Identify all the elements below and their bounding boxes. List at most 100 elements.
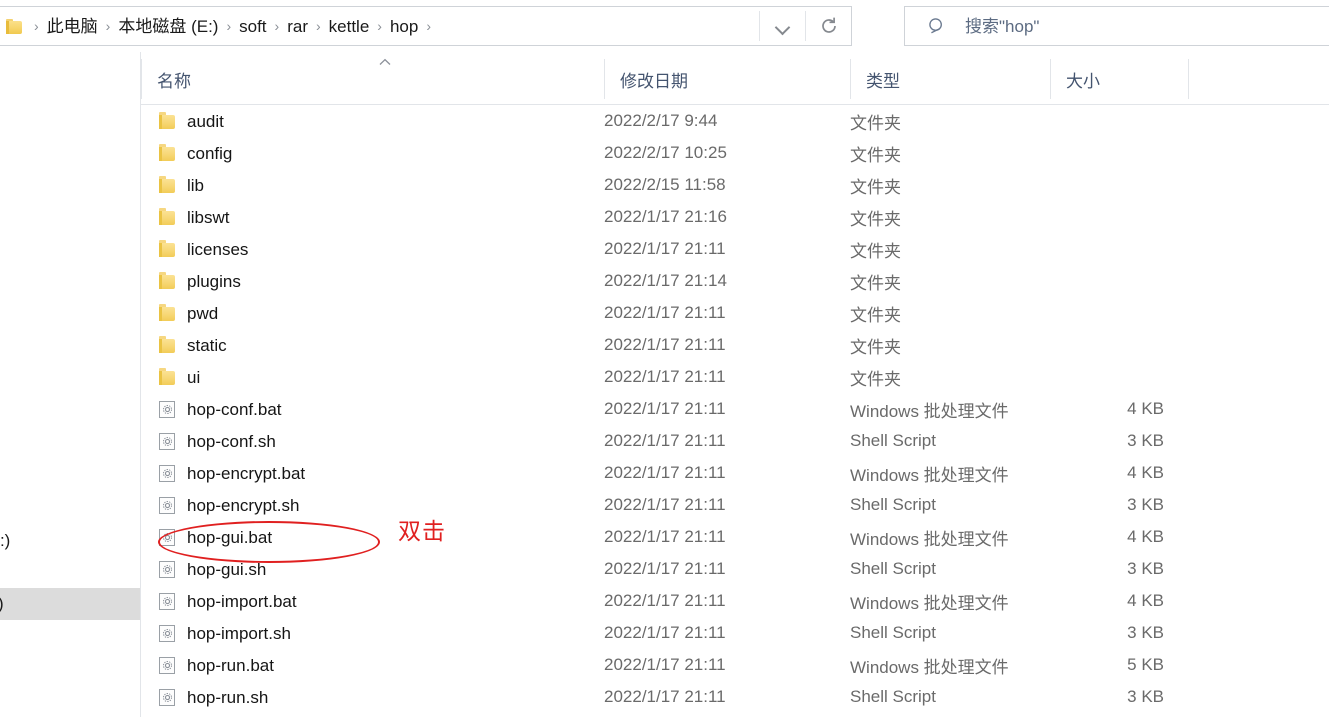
column-separator-4[interactable] <box>1188 59 1189 99</box>
file-row[interactable]: hop-gui.bat 2022/1/17 21:11 Windows 批处理文件 4… <box>141 521 1329 553</box>
folder-icon <box>157 111 177 131</box>
cell-name[interactable]: lib <box>157 169 604 201</box>
file-size: 3 KB <box>1127 687 1164 706</box>
file-type: 文件夹 <box>850 113 901 133</box>
file-date-modified: 2022/1/17 21:14 <box>604 271 727 290</box>
file-row[interactable]: hop-encrypt.bat 2022/1/17 21:11 Windows 批处… <box>141 457 1329 489</box>
cell-name[interactable]: hop-run.bat <box>157 649 604 681</box>
breadcrumb-separator: › <box>105 18 111 34</box>
cell-name[interactable]: hop-gui.sh <box>157 553 604 585</box>
file-date-modified: 2022/1/17 21:11 <box>604 303 726 322</box>
cell-name[interactable]: hop-run.sh <box>157 681 604 713</box>
file-row[interactable]: hop-import.bat 2022/1/17 21:11 Windows 批处理… <box>141 585 1329 617</box>
file-date-modified: 2022/1/17 21:16 <box>604 207 727 226</box>
breadcrumb-separator-tail[interactable]: › <box>419 19 438 33</box>
column-header-name[interactable]: 名称 <box>141 53 604 105</box>
cell-name[interactable]: ui <box>157 361 604 393</box>
file-row[interactable]: config 2022/2/17 10:25 文件夹 <box>141 137 1329 169</box>
file-date-modified: 2022/1/17 21:11 <box>604 431 726 450</box>
cell-name[interactable]: hop-import.bat <box>157 585 604 617</box>
address-dropdown-button[interactable] <box>760 7 805 45</box>
nav-item-label: E:) <box>0 594 4 614</box>
search-placeholder: 搜索"hop" <box>965 16 1040 36</box>
file-type: Shell Script <box>850 623 936 642</box>
column-header-size[interactable]: 大小 <box>1050 53 1188 105</box>
file-size: 3 KB <box>1127 559 1164 578</box>
file-row[interactable]: hop-conf.sh 2022/1/17 21:11 Shell Script 3 … <box>141 425 1329 457</box>
file-name: hop-encrypt.bat <box>187 463 306 483</box>
folder-icon <box>157 207 177 227</box>
file-row[interactable]: libswt 2022/1/17 21:16 文件夹 <box>141 201 1329 233</box>
file-size: 4 KB <box>1127 591 1164 610</box>
file-name: hop-run.bat <box>187 655 274 675</box>
file-type: Windows 批处理文件 <box>850 465 1009 485</box>
cell-name[interactable]: hop-encrypt.bat <box>157 457 604 489</box>
file-size <box>1050 297 1188 329</box>
cell-name[interactable]: static <box>157 329 604 361</box>
file-name: hop-encrypt.sh <box>187 495 300 515</box>
script-icon <box>157 431 177 451</box>
cell-name[interactable]: hop-conf.sh <box>157 425 604 457</box>
breadcrumb-separator: › <box>34 18 39 34</box>
file-date-modified: 2022/1/17 21:11 <box>604 367 726 386</box>
file-size <box>1050 201 1188 233</box>
folder-icon <box>157 303 177 323</box>
breadcrumb-item-1[interactable]: 本地磁盘 (E:) <box>117 16 219 37</box>
file-type: 文件夹 <box>850 209 901 229</box>
file-row[interactable]: plugins 2022/1/17 21:14 文件夹 <box>141 265 1329 297</box>
file-row[interactable]: ui 2022/1/17 21:11 文件夹 <box>141 361 1329 393</box>
cell-name[interactable]: hop-import.sh <box>157 617 604 649</box>
file-type: 文件夹 <box>850 145 901 165</box>
file-row[interactable]: audit 2022/2/17 9:44 文件夹 <box>141 105 1329 137</box>
file-row[interactable]: hop-conf.bat 2022/1/17 21:11 Windows 批处理文件… <box>141 393 1329 425</box>
cell-name[interactable]: config <box>157 137 604 169</box>
file-type: 文件夹 <box>850 241 901 261</box>
folder-icon <box>157 143 177 163</box>
search-box[interactable]: 搜索"hop" <box>904 6 1329 46</box>
breadcrumb-item-4[interactable]: kettle <box>328 16 371 37</box>
breadcrumb-item-3[interactable]: rar <box>286 16 309 37</box>
cell-name[interactable]: hop-conf.bat <box>157 393 604 425</box>
file-name: plugins <box>187 271 241 291</box>
file-name: hop-import.sh <box>187 623 291 643</box>
file-type: Shell Script <box>850 431 936 450</box>
file-row[interactable]: hop-run.sh 2022/1/17 21:11 Shell Script 3 K… <box>141 681 1329 713</box>
file-type: Shell Script <box>850 559 936 578</box>
file-row[interactable]: licenses 2022/1/17 21:11 文件夹 <box>141 233 1329 265</box>
file-date-modified: 2022/1/17 21:11 <box>604 655 726 674</box>
address-bar: › 此电脑 › 本地磁盘 (E:) › soft › rar › kettle › hop › 搜索"h… <box>0 0 1329 52</box>
file-size <box>1050 329 1188 361</box>
folder-icon <box>157 367 177 387</box>
file-name: hop-gui.sh <box>187 559 267 579</box>
file-date-modified: 2022/2/15 11:58 <box>604 175 726 194</box>
cell-name[interactable]: libswt <box>157 201 604 233</box>
file-row[interactable]: hop-encrypt.sh 2022/1/17 21:11 Shell Scrip… <box>141 489 1329 521</box>
column-header-date-modified[interactable]: 修改日期 <box>604 53 850 105</box>
cell-name[interactable]: audit <box>157 105 604 137</box>
file-row[interactable]: hop-gui.sh 2022/1/17 21:11 Shell Script 3 K… <box>141 553 1329 585</box>
file-date-modified: 2022/1/17 21:11 <box>604 495 726 514</box>
file-row[interactable]: pwd 2022/1/17 21:11 文件夹 <box>141 297 1329 329</box>
file-name: hop-gui.bat <box>187 527 273 547</box>
cell-name[interactable]: licenses <box>157 233 604 265</box>
breadcrumb-item-5[interactable]: hop <box>389 16 419 37</box>
file-name: hop-conf.bat <box>187 399 282 419</box>
cell-name[interactable]: pwd <box>157 297 604 329</box>
breadcrumb-item-2[interactable]: soft <box>238 16 267 37</box>
refresh-button[interactable] <box>806 7 851 45</box>
breadcrumb-item-0[interactable]: 此电脑 <box>46 16 99 37</box>
nav-item-1[interactable]: E:) <box>0 588 140 620</box>
file-size <box>1050 169 1188 201</box>
column-header-type[interactable]: 类型 <box>850 53 1050 105</box>
breadcrumb-bar[interactable]: › 此电脑 › 本地磁盘 (E:) › soft › rar › kettle › hop › <box>0 6 852 46</box>
nav-item-0[interactable]: (C:) <box>0 525 140 557</box>
file-type: Windows 批处理文件 <box>850 401 1009 421</box>
file-row[interactable]: hop-import.sh 2022/1/17 21:11 Shell Script… <box>141 617 1329 649</box>
file-row[interactable]: hop-run.bat 2022/1/17 21:11 Windows 批处理文件 5… <box>141 649 1329 681</box>
cell-name[interactable]: hop-encrypt.sh <box>157 489 604 521</box>
cell-name[interactable]: hop-gui.bat <box>157 521 604 553</box>
cell-name[interactable]: plugins <box>157 265 604 297</box>
file-row[interactable]: lib 2022/2/15 11:58 文件夹 <box>141 169 1329 201</box>
file-row[interactable]: static 2022/1/17 21:11 文件夹 <box>141 329 1329 361</box>
script-icon <box>157 495 177 515</box>
